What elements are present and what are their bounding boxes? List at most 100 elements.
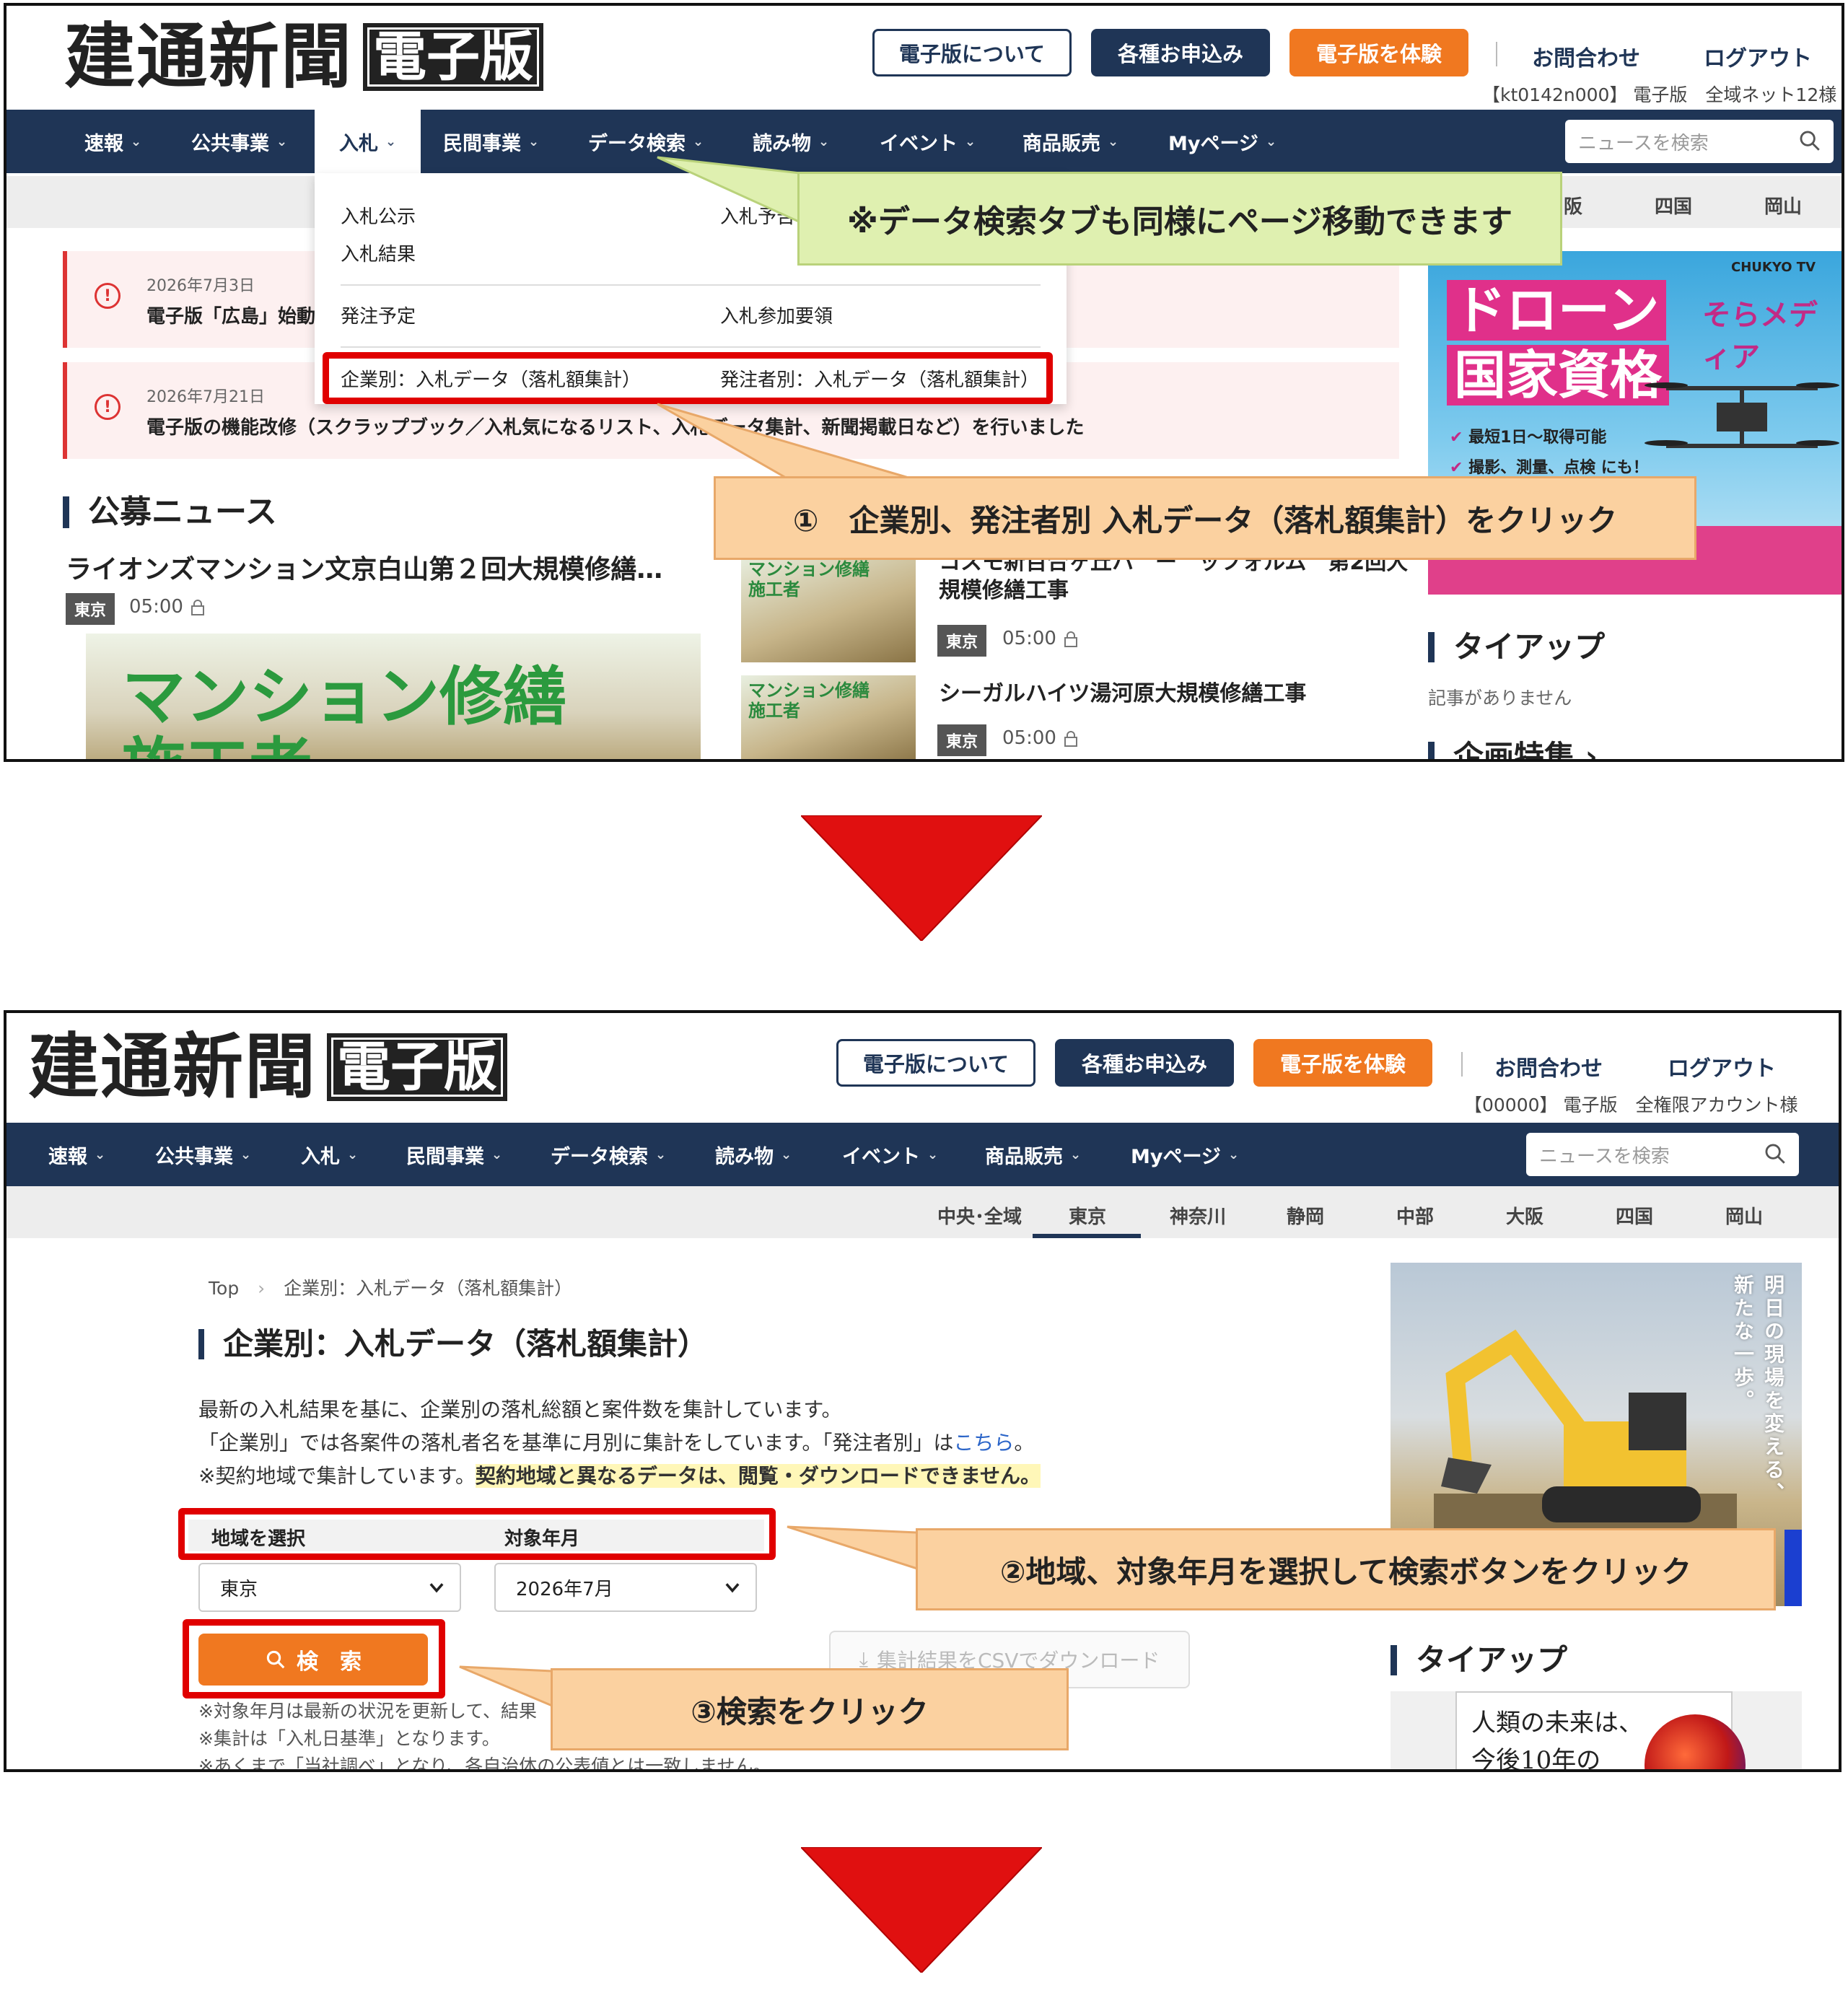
logout-link[interactable]: ログアウト xyxy=(1668,1051,1776,1082)
breadcrumb-current: 企業別：入札データ（落札額集計） xyxy=(284,1278,573,1299)
region-tag: 東京 xyxy=(66,593,115,625)
account-info: 【kt0142n000】 電子版 全域ネット12様 xyxy=(1482,84,1837,105)
title-line: 規模修繕工事 xyxy=(939,578,1069,603)
lock-icon xyxy=(1064,731,1077,747)
about-button[interactable]: 電子版について xyxy=(872,29,1072,76)
lock-icon xyxy=(1064,631,1077,647)
dropdown-item-hacchu-yotei[interactable]: 発注予定 xyxy=(341,302,416,328)
nav-item-sokuho[interactable]: 速報 ⌄ xyxy=(84,110,141,173)
contact-link[interactable]: お問合わせ xyxy=(1494,1051,1603,1082)
region-subnav: 中央･全域 東京 神奈川 静岡 中部 大阪 四国 岡山 xyxy=(6,1186,1839,1238)
article-time: 05:00 xyxy=(1002,628,1056,649)
highlight-box-search xyxy=(183,1619,445,1698)
trial-button[interactable]: 電子版を体験 xyxy=(1289,29,1468,76)
subnav-item-osaka[interactable]: 大阪 xyxy=(1506,1202,1543,1229)
site-logo[interactable]: 建通新聞 電子版 xyxy=(64,22,544,92)
chevron-down-icon: ⌄ xyxy=(528,133,540,149)
tieup-empty: 記事がありません xyxy=(1428,688,1572,709)
nav-item-public[interactable]: 公共事業 ⌄ xyxy=(155,1123,251,1186)
nav-item-products[interactable]: 商品販売 ⌄ xyxy=(1022,110,1118,173)
nav-item-events[interactable]: イベント ⌄ xyxy=(880,110,976,173)
dropdown-item-yokoku[interactable]: 入札予告 xyxy=(720,202,795,229)
nav-label: 商品販売 xyxy=(985,1145,1063,1168)
nav-item-private[interactable]: 民間事業 ⌄ xyxy=(406,1123,502,1186)
subnav-item-okayama[interactable]: 岡山 xyxy=(1725,1202,1763,1229)
article-title[interactable]: ライオンズマンション文京白山第２回大規模修繕… xyxy=(66,548,662,586)
dropdown-item-sanka-yoryo[interactable]: 入札参加要領 xyxy=(720,302,833,328)
orderer-page-link[interactable]: こちら xyxy=(953,1431,1014,1455)
site-logo[interactable]: 建通新聞 電子版 xyxy=(28,1032,508,1103)
dropdown-item-kekka[interactable]: 入札結果 xyxy=(341,240,416,266)
apply-button[interactable]: 各種お申込み xyxy=(1055,1039,1234,1087)
dropdown-item-koji[interactable]: 入札公示 xyxy=(341,202,416,229)
article-thumbnail[interactable]: マンション修繕 施工者 xyxy=(741,675,916,759)
down-arrow-icon xyxy=(801,815,1042,941)
screenshot-panel-1: 建通新聞 電子版 電子版について 各種お申込み 電子版を体験 お問合わせ ログア… xyxy=(4,3,1844,762)
tieup-heading: タイアップ xyxy=(1391,1645,1567,1675)
nav-item-private[interactable]: 民間事業 ⌄ xyxy=(443,110,539,173)
nav-label: データ検索 xyxy=(588,132,686,155)
nav-item-reading[interactable]: 読み物 ⌄ xyxy=(753,110,829,173)
logout-link[interactable]: ログアウト xyxy=(1704,40,1812,72)
subnav-item-chuo[interactable]: 中央･全域 xyxy=(937,1202,1022,1229)
article-image[interactable]: マンション修繕 施工者 xyxy=(86,634,701,759)
breadcrumb-top[interactable]: Top xyxy=(209,1278,239,1299)
search-icon[interactable] xyxy=(1763,1141,1787,1166)
chevron-down-icon: ⌄ xyxy=(491,1147,503,1162)
chevron-down-icon: ⌄ xyxy=(693,133,704,149)
article-title[interactable]: シーガルハイツ湯河原大規模修繕工事 xyxy=(939,675,1306,707)
ad-headline: ドローン xyxy=(1447,280,1667,341)
ad-point: ✔ 最短1日〜取得可能 xyxy=(1450,429,1607,447)
nav-item-mypage[interactable]: Myページ ⌄ xyxy=(1168,110,1276,173)
trial-button[interactable]: 電子版を体験 xyxy=(1253,1039,1432,1087)
logo-sub-text: 電子版 xyxy=(327,1033,508,1101)
ad-brand: CHUKYO TV xyxy=(1731,260,1816,275)
nav-item-public[interactable]: 公共事業 ⌄ xyxy=(191,110,287,173)
dropdown-divider xyxy=(341,346,1041,348)
excavator-icon xyxy=(1434,1329,1737,1559)
nav-item-events[interactable]: イベント ⌄ xyxy=(842,1123,938,1186)
apply-button[interactable]: 各種お申込み xyxy=(1091,29,1270,76)
search-icon[interactable] xyxy=(1797,128,1822,153)
chevron-down-icon: ⌄ xyxy=(385,133,397,149)
nav-item-nyusatsu[interactable]: 入札 ⌄ xyxy=(315,110,421,173)
footnote: ※対象年月は最新の状況を更新して、結果 xyxy=(198,1701,537,1722)
subnav-item-chubu[interactable]: 中部 xyxy=(1396,1202,1434,1229)
subnav-item-osaka[interactable]: 阪 xyxy=(1564,192,1582,219)
account-info: 【00000】 電子版 全権限アカウント様 xyxy=(1464,1095,1798,1115)
subnav-item-tokyo[interactable]: 東京 xyxy=(1069,1202,1106,1229)
subnav-item-okayama[interactable]: 岡山 xyxy=(1764,192,1802,219)
nav-item-data-search[interactable]: データ検索 ⌄ xyxy=(551,1123,666,1186)
month-select-value: 2026年7月 xyxy=(516,1578,613,1600)
nav-item-reading[interactable]: 読み物 ⌄ xyxy=(715,1123,792,1186)
nav-item-nyusatsu[interactable]: 入札 ⌄ xyxy=(301,1123,358,1186)
description-line: 「企業別」では各案件の落札者名を基準に月別に集計をしています。「発注者別」はこち… xyxy=(198,1431,1035,1455)
news-search-input[interactable]: ニュースを検索 xyxy=(1526,1133,1799,1176)
feature-heading[interactable]: 企画特集 › xyxy=(1428,742,1598,759)
nav-label: 民間事業 xyxy=(443,132,521,155)
subnav-item-kanagawa[interactable]: 神奈川 xyxy=(1170,1202,1226,1229)
nav-label: 読み物 xyxy=(715,1145,774,1168)
subnav-item-shizuoka[interactable]: 静岡 xyxy=(1287,1202,1324,1229)
tieup-book-banner[interactable]: 人類の未来は、 今後10年の xyxy=(1391,1691,1802,1769)
description-line: ※契約地域で集計しています。契約地域と異なるデータは、閲覧・ダウンロードできませ… xyxy=(198,1464,1041,1488)
article-thumbnail[interactable]: マンション修繕 施工者 xyxy=(741,554,916,662)
nav-item-data-search[interactable]: データ検索 ⌄ xyxy=(588,110,704,173)
notice-date: 2026年7月3日 xyxy=(146,277,255,295)
subnav-item-shikoku[interactable]: 四国 xyxy=(1655,192,1692,219)
month-select[interactable]: 2026年7月 xyxy=(494,1563,757,1612)
contact-link[interactable]: お問合わせ xyxy=(1532,40,1640,72)
nav-label: 入札 xyxy=(339,132,378,155)
nav-item-mypage[interactable]: Myページ ⌄ xyxy=(1131,1123,1239,1186)
chevron-down-icon: ⌄ xyxy=(1227,1147,1240,1162)
subnav-item-shikoku[interactable]: 四国 xyxy=(1616,1202,1653,1229)
nav-item-products[interactable]: 商品販売 ⌄ xyxy=(985,1123,1081,1186)
news-search-input[interactable]: ニュースを検索 xyxy=(1565,120,1834,163)
nav-label: 速報 xyxy=(84,132,123,155)
nav-item-sokuho[interactable]: 速報 ⌄ xyxy=(48,1123,105,1186)
region-select[interactable]: 東京 xyxy=(198,1563,461,1612)
highlight-box-fields xyxy=(178,1508,776,1560)
about-button[interactable]: 電子版について xyxy=(836,1039,1035,1087)
main-nav: 速報 ⌄ 公共事業 ⌄ 入札 ⌄ 民間事業 ⌄ データ検索 ⌄ 読み物 ⌄ イベント ⌄ 商品… xyxy=(6,110,1842,173)
chevron-down-icon xyxy=(725,1583,740,1593)
